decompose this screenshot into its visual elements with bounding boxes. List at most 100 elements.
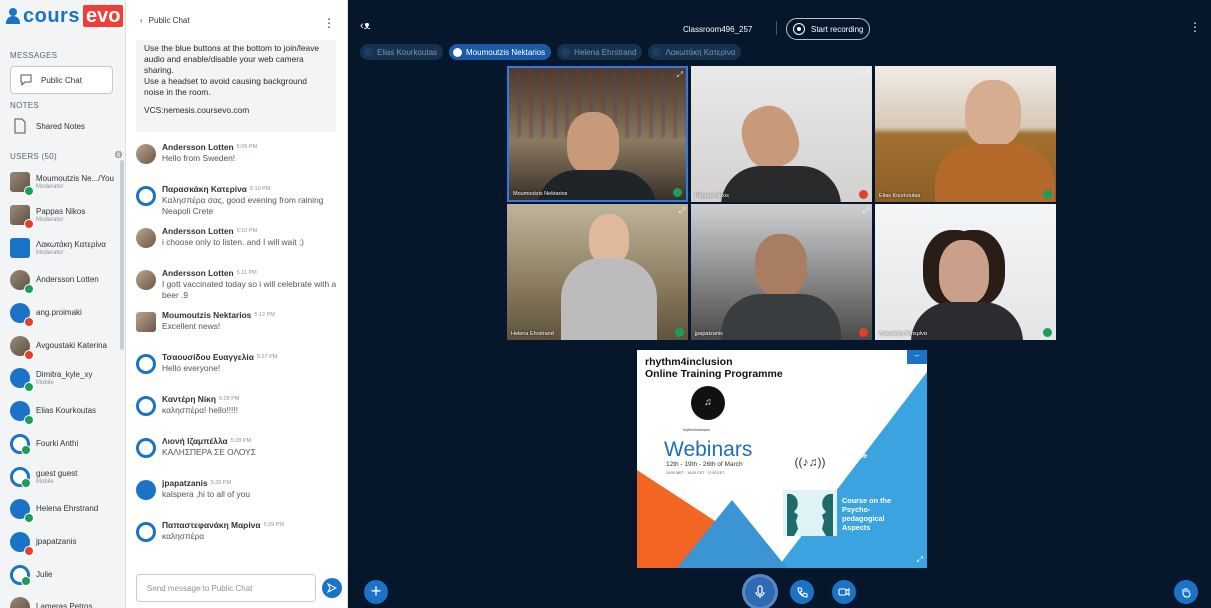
fullscreen-icon[interactable]: ⤢	[917, 555, 923, 565]
user-name: jpapatzanis	[36, 536, 77, 546]
toggle-userlist-icon[interactable]: ‹ᴥ	[360, 20, 370, 32]
chevron-left-icon[interactable]: ‹	[140, 16, 143, 25]
video-tile-2[interactable]: ⤢ Pappas Nikos	[691, 66, 872, 202]
message-sender: Moumoutzis Nektarios	[162, 310, 252, 320]
notice-line-2: Use a headset to avoid causing backgroun…	[144, 76, 307, 97]
chat-message: Andersson Lotten 5:09 PM Hello from Sweden…	[136, 142, 346, 180]
message-text: ΚΑΛΗΣΠΕΡΑ ΣΕ ΟΛΟΥΣ	[162, 447, 256, 457]
expand-icon[interactable]: ⤢	[1047, 206, 1053, 216]
user-status-icon	[24, 382, 34, 393]
slide-dates-times: 15:00 WET · 16:00 CET · 17:00 EET	[666, 471, 725, 475]
user-list-item[interactable]: Andersson Lotten	[10, 264, 122, 297]
user-role: Moderator	[36, 184, 64, 191]
microphone-icon	[755, 585, 765, 598]
chat-header[interactable]: ‹ Public Chat	[126, 0, 348, 40]
video-tile-4[interactable]: ⤢ Helena Ehrstrand	[507, 204, 688, 340]
user-status-icon	[24, 545, 34, 556]
user-list-item[interactable]: guest guest Mobile	[10, 460, 122, 493]
actions-plus-button[interactable]: +	[364, 580, 388, 604]
expand-icon[interactable]: ⤢	[863, 68, 869, 78]
message-time: 5:28 PM	[218, 396, 240, 402]
message-time: 5:10 PM	[249, 186, 271, 192]
user-list-item[interactable]: Avgoustaki Katerina	[10, 329, 122, 362]
talking-indicator[interactable]: Moumoutzis Nektarios	[449, 44, 552, 60]
video-tile-3[interactable]: ⤢ Elias Kourkoutas	[875, 66, 1056, 202]
user-list-item[interactable]: Pappas Nikos Moderator	[10, 199, 122, 232]
chat-message-input[interactable]: Send message to Public Chat	[136, 574, 316, 602]
expand-icon[interactable]: ⤢	[679, 206, 685, 216]
chat-options-kebab-icon[interactable]: ⋮	[323, 16, 335, 30]
start-recording-button[interactable]: Start recording	[786, 18, 870, 40]
user-list-item[interactable]: Moumoutzis Ne.../You Moderator	[10, 166, 122, 199]
tile-name-label: jpapatzanis	[695, 331, 723, 337]
user-avatar	[10, 531, 34, 556]
record-icon	[793, 23, 805, 35]
mute-microphone-button[interactable]	[745, 577, 775, 607]
slide-dates: 12th - 19th - 26th of March	[666, 461, 743, 468]
leave-audio-button[interactable]	[790, 580, 814, 604]
expand-icon[interactable]: ⤢	[1047, 68, 1053, 78]
user-list-item[interactable]: Elias Kourkoutas	[10, 395, 122, 428]
user-list-item[interactable]: Dimitra_kyle_xy Mobile	[10, 362, 122, 395]
user-status-icon	[24, 513, 34, 524]
raise-hand-button[interactable]	[1174, 580, 1198, 604]
video-tile-6[interactable]: ⤢ Λακωτάκη Κατερίνα	[875, 204, 1056, 340]
user-list-item[interactable]: Helena Ehrstrand	[10, 493, 122, 526]
mic-status-icon	[675, 328, 684, 337]
tile-name-label: Elias Kourkoutas	[879, 193, 921, 199]
user-name: Moumoutzis Ne.../You	[36, 174, 114, 184]
talking-indicator[interactable]: Elias Kourkoutas	[360, 44, 444, 60]
message-time: 5:29 PM	[263, 522, 284, 528]
expand-icon[interactable]: ⤢	[863, 206, 869, 216]
user-status-icon	[21, 477, 31, 488]
public-chat-nav-item[interactable]: Public Chat	[10, 66, 113, 94]
main-stage: ‹ᴥ Classroom496_257 Start recording ⋮ El…	[348, 0, 1211, 608]
user-list-item[interactable]: jpapatzanis	[10, 526, 122, 559]
user-role: Moderator	[36, 249, 64, 256]
talking-indicator[interactable]: Λακωτάκη Κατερίνα	[648, 44, 742, 60]
rhythm-logo-icon: ♫	[691, 386, 725, 420]
user-status-icon	[21, 444, 31, 455]
slide-webinars-text: Webinars	[664, 438, 753, 461]
shared-notes-nav-item[interactable]: Shared Notes	[14, 118, 85, 134]
expand-icon[interactable]: ⤢	[677, 70, 683, 80]
left-sidebar: cours evo MESSAGES Public Chat NOTES Sha…	[0, 0, 126, 608]
main-top-bar: ‹ᴥ Classroom496_257 Start recording ⋮	[348, 16, 1211, 42]
user-avatar	[10, 368, 34, 393]
user-list-scrollbar[interactable]	[120, 160, 124, 350]
participant-face	[589, 214, 629, 264]
participant-body	[935, 144, 1055, 202]
user-avatar	[10, 433, 31, 455]
raise-hand-icon	[1182, 588, 1191, 598]
share-webcam-button[interactable]	[832, 580, 856, 604]
talking-indicator[interactable]: Helena Ehrstrand	[557, 44, 643, 60]
user-status-icon	[24, 317, 34, 328]
message-avatar	[136, 480, 156, 500]
tile-name-label: Pappas Nikos	[695, 193, 729, 199]
top-bar-divider	[776, 21, 777, 35]
room-name: Classroom496_257	[683, 25, 753, 34]
user-status-icon	[21, 575, 31, 586]
options-kebab-icon[interactable]: ⋮	[1189, 20, 1201, 34]
user-list-item[interactable]: Λακωτάκη Κατερίνα Moderator	[10, 231, 122, 264]
user-list-item[interactable]: ang.proimaki	[10, 297, 122, 330]
chat-message: Καντέρη Νίκη 5:28 PM καλησπέρα! hello!!!!!	[136, 394, 346, 432]
minimize-presentation-button[interactable]: –	[907, 350, 927, 364]
message-text: Hello everyone!	[162, 363, 221, 373]
presentation-slide[interactable]: – rhythm4inclusion Online Training Progr…	[637, 350, 927, 568]
video-tile-5[interactable]: ⤢ jpapatzanis	[691, 204, 872, 340]
video-tile-1[interactable]: ⤢ Moumoutzis Nektarios	[507, 66, 688, 202]
message-avatar	[136, 312, 156, 332]
public-chat-nav-label: Public Chat	[41, 75, 82, 85]
message-avatar	[136, 186, 156, 206]
user-list-item[interactable]: Julie	[10, 558, 122, 591]
notice-vcs: VCS:nemesis.coursevo.com	[144, 105, 250, 115]
participant-face	[755, 234, 807, 296]
course-line-1: Course on the	[842, 496, 892, 505]
user-list-item[interactable]: Lameras Petros	[10, 591, 122, 608]
user-list-item[interactable]: Fourki Anthi	[10, 428, 122, 461]
send-button[interactable]	[322, 578, 342, 598]
chat-message: Παπαστεφανάκη Μαρίνα 5:29 PM καλησπέρα	[136, 520, 346, 558]
message-text: καλησπέρα	[162, 531, 205, 541]
message-time: 5:27 PM	[256, 354, 278, 360]
